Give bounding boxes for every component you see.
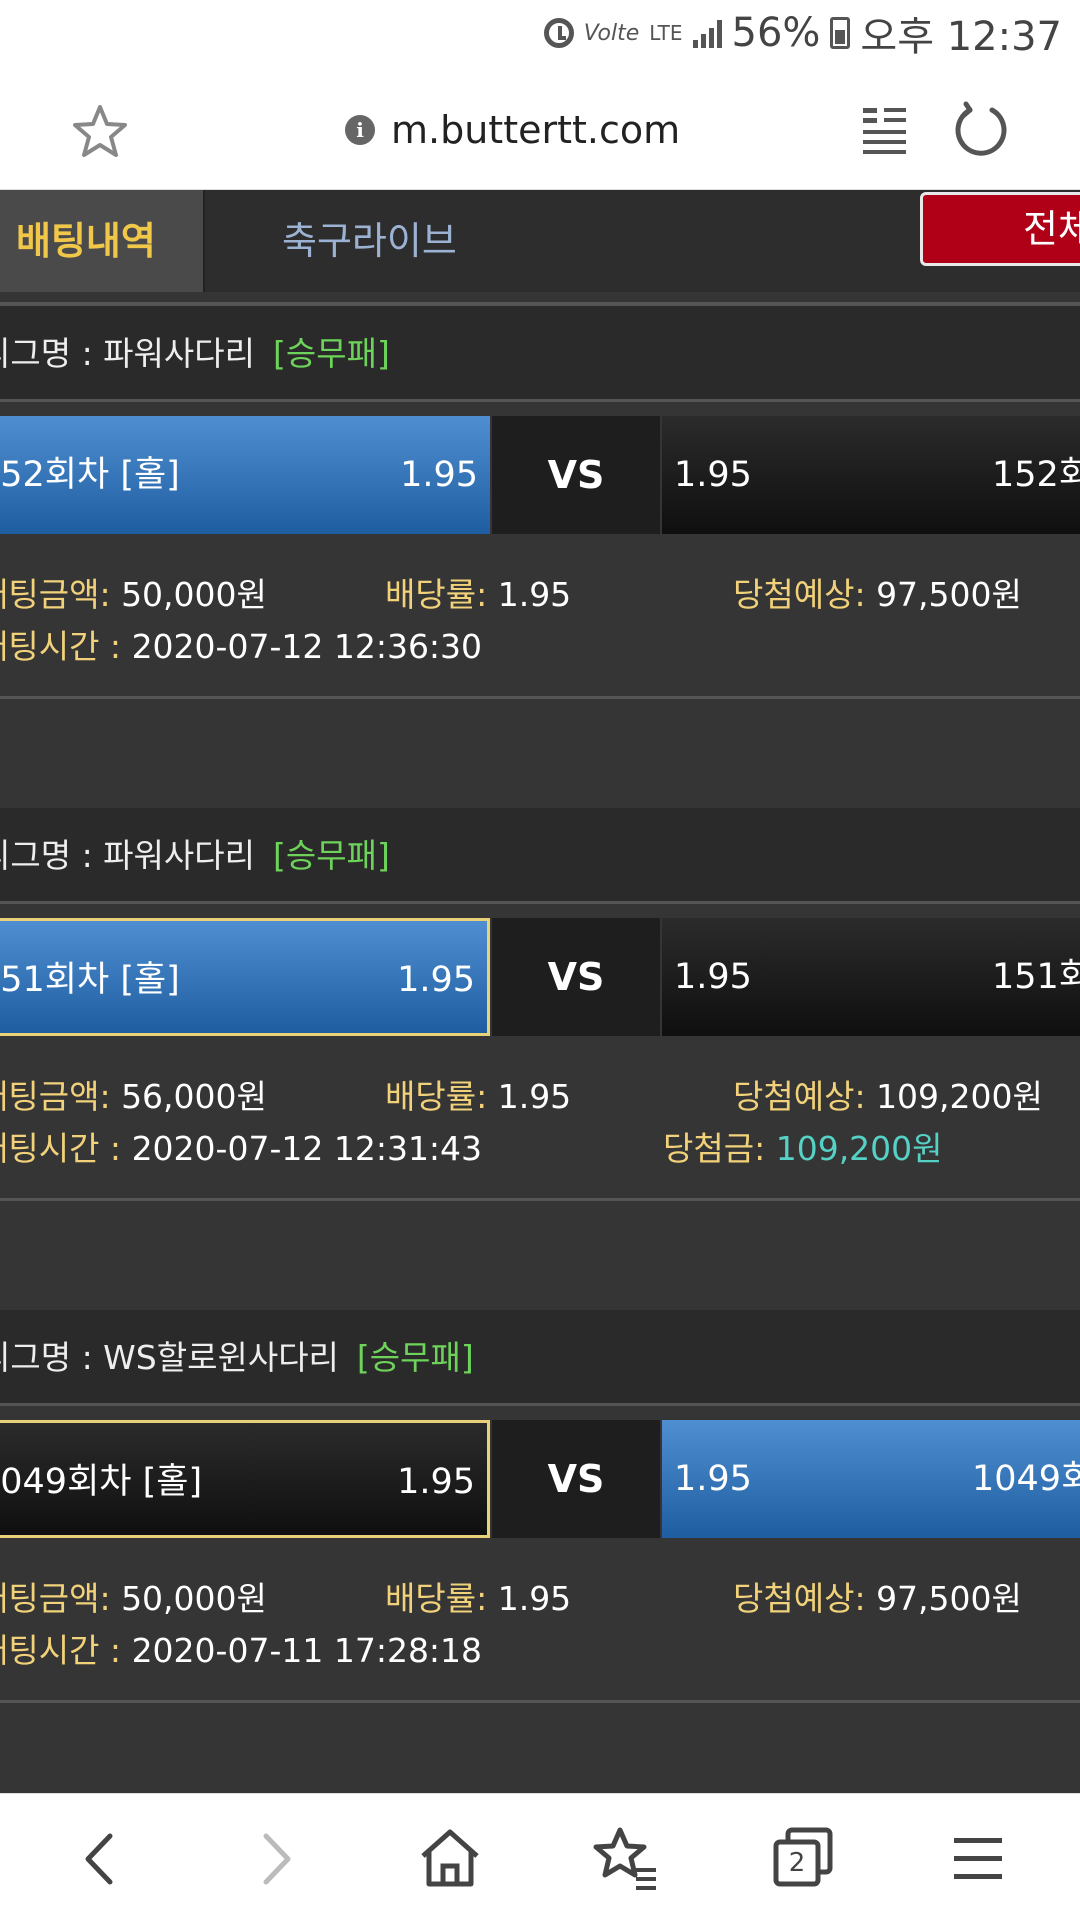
alarm-icon xyxy=(543,18,574,48)
browser-toolbar: i m.buttertt.com xyxy=(0,66,1080,190)
back-arrow-icon xyxy=(85,1833,113,1885)
time-label: 배팅시간 : xyxy=(0,1631,122,1670)
home-name: 152회차 [홀] xyxy=(0,455,180,495)
expected-win: 109,200원 xyxy=(876,1077,1043,1116)
league-name: 리그명 : 파워사다리 xyxy=(0,836,255,875)
address-bar[interactable]: i m.buttertt.com xyxy=(345,102,680,158)
expected-label: 당첨예상: xyxy=(733,1579,866,1618)
match-row: 1049회차 [홀] 1.95 VS 1.95 1049회차 xyxy=(0,1420,1080,1538)
expected-win: 97,500원 xyxy=(876,1579,1022,1618)
home-button[interactable] xyxy=(415,1824,485,1894)
away-pick-button[interactable]: 1.95 1049회차 xyxy=(662,1420,1080,1538)
bet-amount: 50,000원 xyxy=(121,1579,267,1618)
bet-time: 2020-07-11 17:28:18 xyxy=(131,1631,483,1670)
all-button[interactable]: 전체 xyxy=(920,192,1080,266)
bet-time: 2020-07-12 12:31:43 xyxy=(131,1129,483,1168)
rate-label: 배당률: xyxy=(385,1579,488,1618)
divider xyxy=(0,696,1080,699)
url-text: m.buttertt.com xyxy=(391,108,681,152)
bet-rate: 1.95 xyxy=(497,1579,572,1618)
away-pick-button[interactable]: 1.95 152회차 xyxy=(662,416,1080,534)
lte-indicator: LTE xyxy=(649,21,683,45)
tab-count: 2 xyxy=(788,1848,806,1878)
away-name: 1049회차 xyxy=(972,1459,1080,1499)
league-header: 리그명 : 파워사다리 [승무패] xyxy=(0,306,1080,402)
home-name: 151회차 [홀] xyxy=(0,960,180,1000)
reload-button[interactable] xyxy=(952,100,1010,158)
league-name: 리그명 : 파워사다리 xyxy=(0,334,255,373)
page-tabs: 배팅내역 축구라이브 전체 xyxy=(0,190,1080,292)
league-header: 리그명 : 파워사다리 [승무패] xyxy=(0,808,1080,904)
forward-button[interactable] xyxy=(240,1824,310,1894)
hamburger-menu-icon xyxy=(954,1838,1002,1879)
reader-mode-button[interactable] xyxy=(860,102,910,158)
bookmarks-icon xyxy=(593,1827,656,1890)
bet-amount: 50,000원 xyxy=(121,575,267,614)
time-label: 배팅시간 : xyxy=(0,1129,122,1168)
star-icon xyxy=(73,105,127,157)
bet-rate: 1.95 xyxy=(497,575,572,614)
menu-button[interactable] xyxy=(944,1824,1014,1894)
browser-bottom-bar: 2 xyxy=(0,1793,1080,1920)
expected-label: 당첨예상: xyxy=(733,1077,866,1116)
won-label: 당첨금: xyxy=(663,1129,766,1168)
vs-label: VS xyxy=(492,918,660,1036)
match-row: 151회차 [홀] 1.95 VS 1.95 151회차 xyxy=(0,918,1080,1036)
vs-label: VS xyxy=(492,1420,660,1538)
amount-label: 배팅금액: xyxy=(0,1077,111,1116)
bet-amount: 56,000원 xyxy=(121,1077,267,1116)
vs-label: VS xyxy=(492,416,660,534)
time-label: 배팅시간 : xyxy=(0,627,122,666)
forward-arrow-icon xyxy=(263,1833,291,1885)
home-pick-button[interactable]: 152회차 [홀] 1.95 xyxy=(0,416,490,534)
rate-label: 배당률: xyxy=(385,575,488,614)
bet-category: [승무패] xyxy=(356,1338,474,1377)
won-amount: 109,200원 xyxy=(775,1129,943,1168)
away-pick-button[interactable]: 1.95 151회차 xyxy=(662,918,1080,1036)
amount-label: 배팅금액: xyxy=(0,575,111,614)
bet-time: 2020-07-12 12:36:30 xyxy=(131,627,483,666)
clock: 오후 12:37 xyxy=(860,14,1062,60)
league-name: 리그명 : WS할로윈사다리 xyxy=(0,1338,339,1377)
away-odd: 1.95 xyxy=(674,957,752,997)
home-odd: 1.95 xyxy=(397,1462,475,1502)
rate-label: 배당률: xyxy=(385,1077,488,1116)
battery-percent: 56% xyxy=(731,10,821,56)
divider xyxy=(0,1700,1080,1703)
away-odd: 1.95 xyxy=(674,455,752,495)
bet-rate: 1.95 xyxy=(497,1077,572,1116)
battery-icon xyxy=(830,17,851,49)
home-pick-button[interactable]: 151회차 [홀] 1.95 xyxy=(0,918,490,1036)
away-name: 151회차 xyxy=(992,957,1080,997)
tabs-button[interactable]: 2 xyxy=(768,1824,838,1894)
info-icon[interactable]: i xyxy=(345,115,375,145)
tab-soccer-live[interactable]: 축구라이브 xyxy=(282,190,457,292)
reload-icon xyxy=(955,101,1007,156)
away-odd: 1.95 xyxy=(674,1459,752,1499)
bookmark-star-button[interactable] xyxy=(70,102,130,162)
status-bar: Volte LTE 56% 오후 12:37 xyxy=(0,0,1080,66)
expected-win: 97,500원 xyxy=(876,575,1022,614)
home-name: 1049회차 [홀] xyxy=(0,1462,203,1502)
back-button[interactable] xyxy=(66,1824,136,1894)
home-icon xyxy=(421,1829,479,1887)
match-row: 152회차 [홀] 1.95 VS 1.95 152회차 xyxy=(0,416,1080,534)
bet-category: [승무패] xyxy=(272,836,390,875)
league-header: 리그명 : WS할로윈사다리 [승무패] xyxy=(0,1310,1080,1406)
tab-bet-history[interactable]: 배팅내역 xyxy=(0,190,205,292)
home-odd: 1.95 xyxy=(397,960,475,1000)
divider xyxy=(0,1198,1080,1201)
away-name: 152회차 xyxy=(992,455,1080,495)
home-pick-button[interactable]: 1049회차 [홀] 1.95 xyxy=(0,1420,490,1538)
volte-indicator: Volte xyxy=(583,20,640,46)
amount-label: 배팅금액: xyxy=(0,1579,111,1618)
expected-label: 당첨예상: xyxy=(733,575,866,614)
bookmarks-button[interactable] xyxy=(592,1824,662,1894)
signal-icon xyxy=(692,18,722,48)
bet-category: [승무패] xyxy=(272,334,390,373)
home-odd: 1.95 xyxy=(400,455,478,495)
reader-icon xyxy=(863,108,906,154)
